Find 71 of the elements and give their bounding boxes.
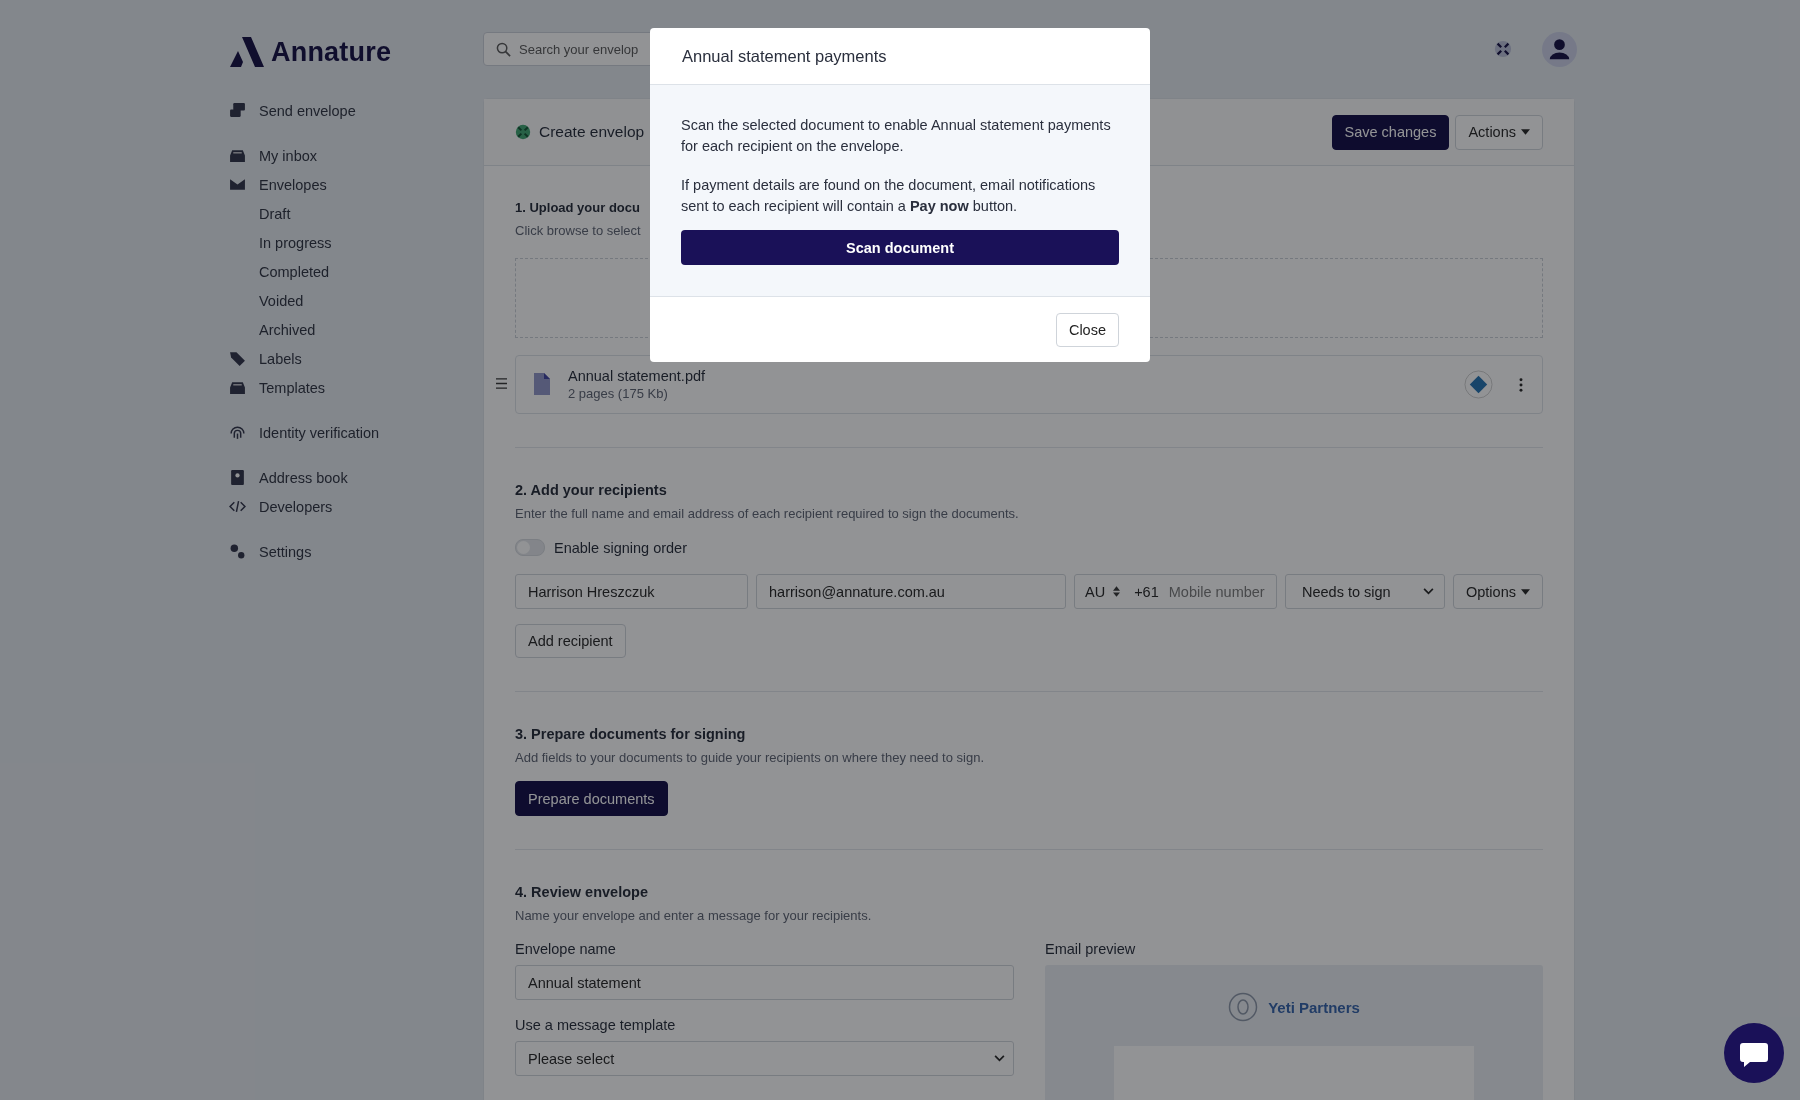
sidebar-subitem[interactable]: In progress (229, 228, 483, 257)
chevron-down-icon (1423, 588, 1434, 595)
role-select[interactable]: Needs to sign (1285, 574, 1445, 609)
card-title: Create envelop (539, 123, 645, 141)
sender-logo-icon (1228, 992, 1259, 1022)
sidebar-item[interactable]: Labels (229, 344, 483, 373)
section-subtitle: Click browse to select (515, 223, 642, 238)
section-title: 1. Upload your docu (515, 200, 640, 215)
prepare-documents-button[interactable]: Prepare documents (515, 781, 668, 816)
logo-icon (229, 37, 265, 67)
toggle-label: Enable signing order (554, 539, 687, 556)
sidebar-item[interactable]: Settings (229, 537, 483, 566)
book-icon (229, 469, 246, 486)
brand-name: Annature (271, 36, 392, 68)
modal-title: Annual statement payments (682, 46, 887, 66)
up-down-arrows-icon (1113, 586, 1121, 597)
chevron-down-icon (994, 1055, 1005, 1062)
template-select[interactable]: Please select (515, 1041, 1014, 1076)
section-title: 4. Review envelope (515, 884, 648, 900)
sidebar-item[interactable]: Envelopes (229, 170, 483, 199)
field-label: Use a message template (515, 1017, 677, 1033)
envelope-name-field[interactable]: Annual statement (515, 965, 1014, 1000)
section-subtitle: Enter the full name and email address of each recipient required to sign the documents. (515, 506, 1020, 521)
envelope-stack-icon (229, 102, 246, 119)
section-subtitle: Add fields to your documents to guide your recipients on where they need to sign. (515, 750, 985, 765)
name-field[interactable]: Harrison Hreszczuk (515, 574, 748, 609)
section-subtitle: Name your envelope and enter a message for your recipients. (515, 908, 873, 923)
code-icon (229, 498, 246, 515)
modal-text: If payment details are found on the document, email notifications sent to each recipient will contain a Pay now button. (681, 176, 1097, 216)
fingerprint-icon (229, 424, 246, 441)
mobile-field[interactable]: Mobile number (1168, 583, 1269, 600)
tag-icon (229, 350, 246, 367)
caret-icon (1521, 129, 1530, 135)
sidebar-item[interactable]: Templates (229, 373, 483, 402)
sidebar-subitem[interactable]: Voided (229, 286, 483, 315)
file-size: 2 pages (175 Kb) (568, 386, 669, 401)
options-dropdown[interactable]: Options (1453, 574, 1543, 609)
sidebar-item[interactable]: Address book (229, 463, 483, 492)
pdf-file-icon (532, 372, 552, 397)
field-label: Envelope name (515, 941, 617, 957)
actions-dropdown[interactable]: Actions (1455, 114, 1543, 150)
file-name: Annual statement.pdf (568, 368, 707, 384)
add-recipient-button[interactable]: Add recipient (515, 624, 626, 658)
sidebar-item[interactable]: Developers (229, 492, 483, 521)
kebab-menu-icon[interactable] (1519, 377, 1523, 392)
gears-icon (229, 543, 246, 560)
section-title: 2. Add your recipients (515, 482, 667, 498)
sidebar-item[interactable]: My inbox (229, 141, 483, 170)
inbox-icon (229, 147, 246, 164)
close-button[interactable]: Close (1055, 312, 1119, 347)
scan-document-button[interactable]: Scan document (681, 230, 1119, 265)
save-button[interactable]: Save changes (1331, 114, 1450, 150)
field-label: Email preview (1045, 941, 1137, 957)
chat-icon[interactable] (1724, 1023, 1784, 1083)
sidebar-subitem[interactable]: Completed (229, 257, 483, 286)
dial-code: +61 (1134, 583, 1159, 600)
modal-text: Scan the selected document to enable Annual statement payments for each recipient on the envelope. (681, 116, 1112, 156)
email-field[interactable]: harrison@annature.com.au (756, 574, 1066, 609)
inbox-icon (229, 379, 246, 396)
section-title: 3. Prepare documents for signing (515, 726, 746, 742)
search-input[interactable]: Search your envelop (519, 41, 643, 57)
country-selector[interactable]: AU (1085, 583, 1121, 600)
sender-name: Yeti Partners (1268, 998, 1360, 1016)
sidebar-item[interactable]: Send envelope (229, 96, 483, 125)
sidebar-subitem[interactable]: Archived (229, 315, 483, 344)
search-icon (496, 41, 511, 57)
avatar-icon[interactable] (1542, 31, 1577, 67)
sidebar-subitem[interactable]: Draft (229, 199, 483, 228)
drag-handle-icon[interactable] (495, 378, 508, 389)
caret-icon (1521, 588, 1530, 595)
sidebar-item[interactable]: Identity verification (229, 418, 483, 447)
